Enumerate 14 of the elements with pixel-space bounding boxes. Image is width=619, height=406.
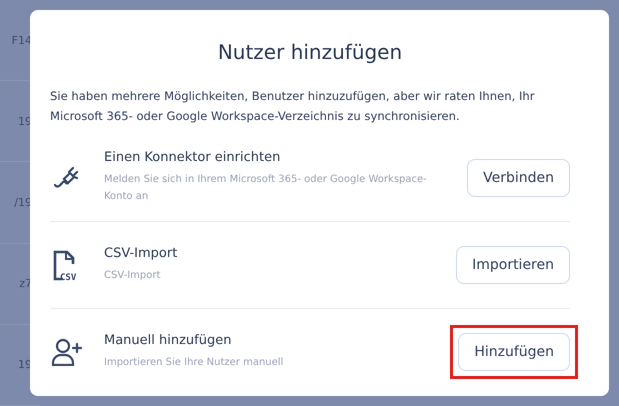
add-user-icon xyxy=(51,338,83,366)
option-description: CSV-Import xyxy=(104,269,162,283)
option-title: Einen Konnektor einrichten xyxy=(104,150,282,165)
intro-text: Sie haben mehrere Möglichkeiten, Benutzer hinzuzufügen, aber wir raten Ihnen, Ihr Microsoft 365- oder Google Workspace-Verzeichnis zu synchronisieren. xyxy=(50,88,536,125)
csv-button[interactable]: Importieren xyxy=(456,246,570,284)
dialog-title: Nutzer hinzufügen xyxy=(216,40,404,64)
option-title: Manuell hinzufügen xyxy=(104,333,232,348)
option-title: CSV-Import xyxy=(104,246,178,261)
option-description: Importieren Sie Ihre Nutzer manuell xyxy=(104,356,284,370)
connector-button[interactable]: Verbinden xyxy=(467,158,570,196)
file-icon xyxy=(54,250,74,280)
option-description: Melden Sie sich in Ihrem Microsoft 365- oder Google Workspace-Konto an xyxy=(104,173,428,204)
background-text: F14 xyxy=(12,34,32,47)
manual-button[interactable]: Hinzufügen xyxy=(458,333,570,371)
